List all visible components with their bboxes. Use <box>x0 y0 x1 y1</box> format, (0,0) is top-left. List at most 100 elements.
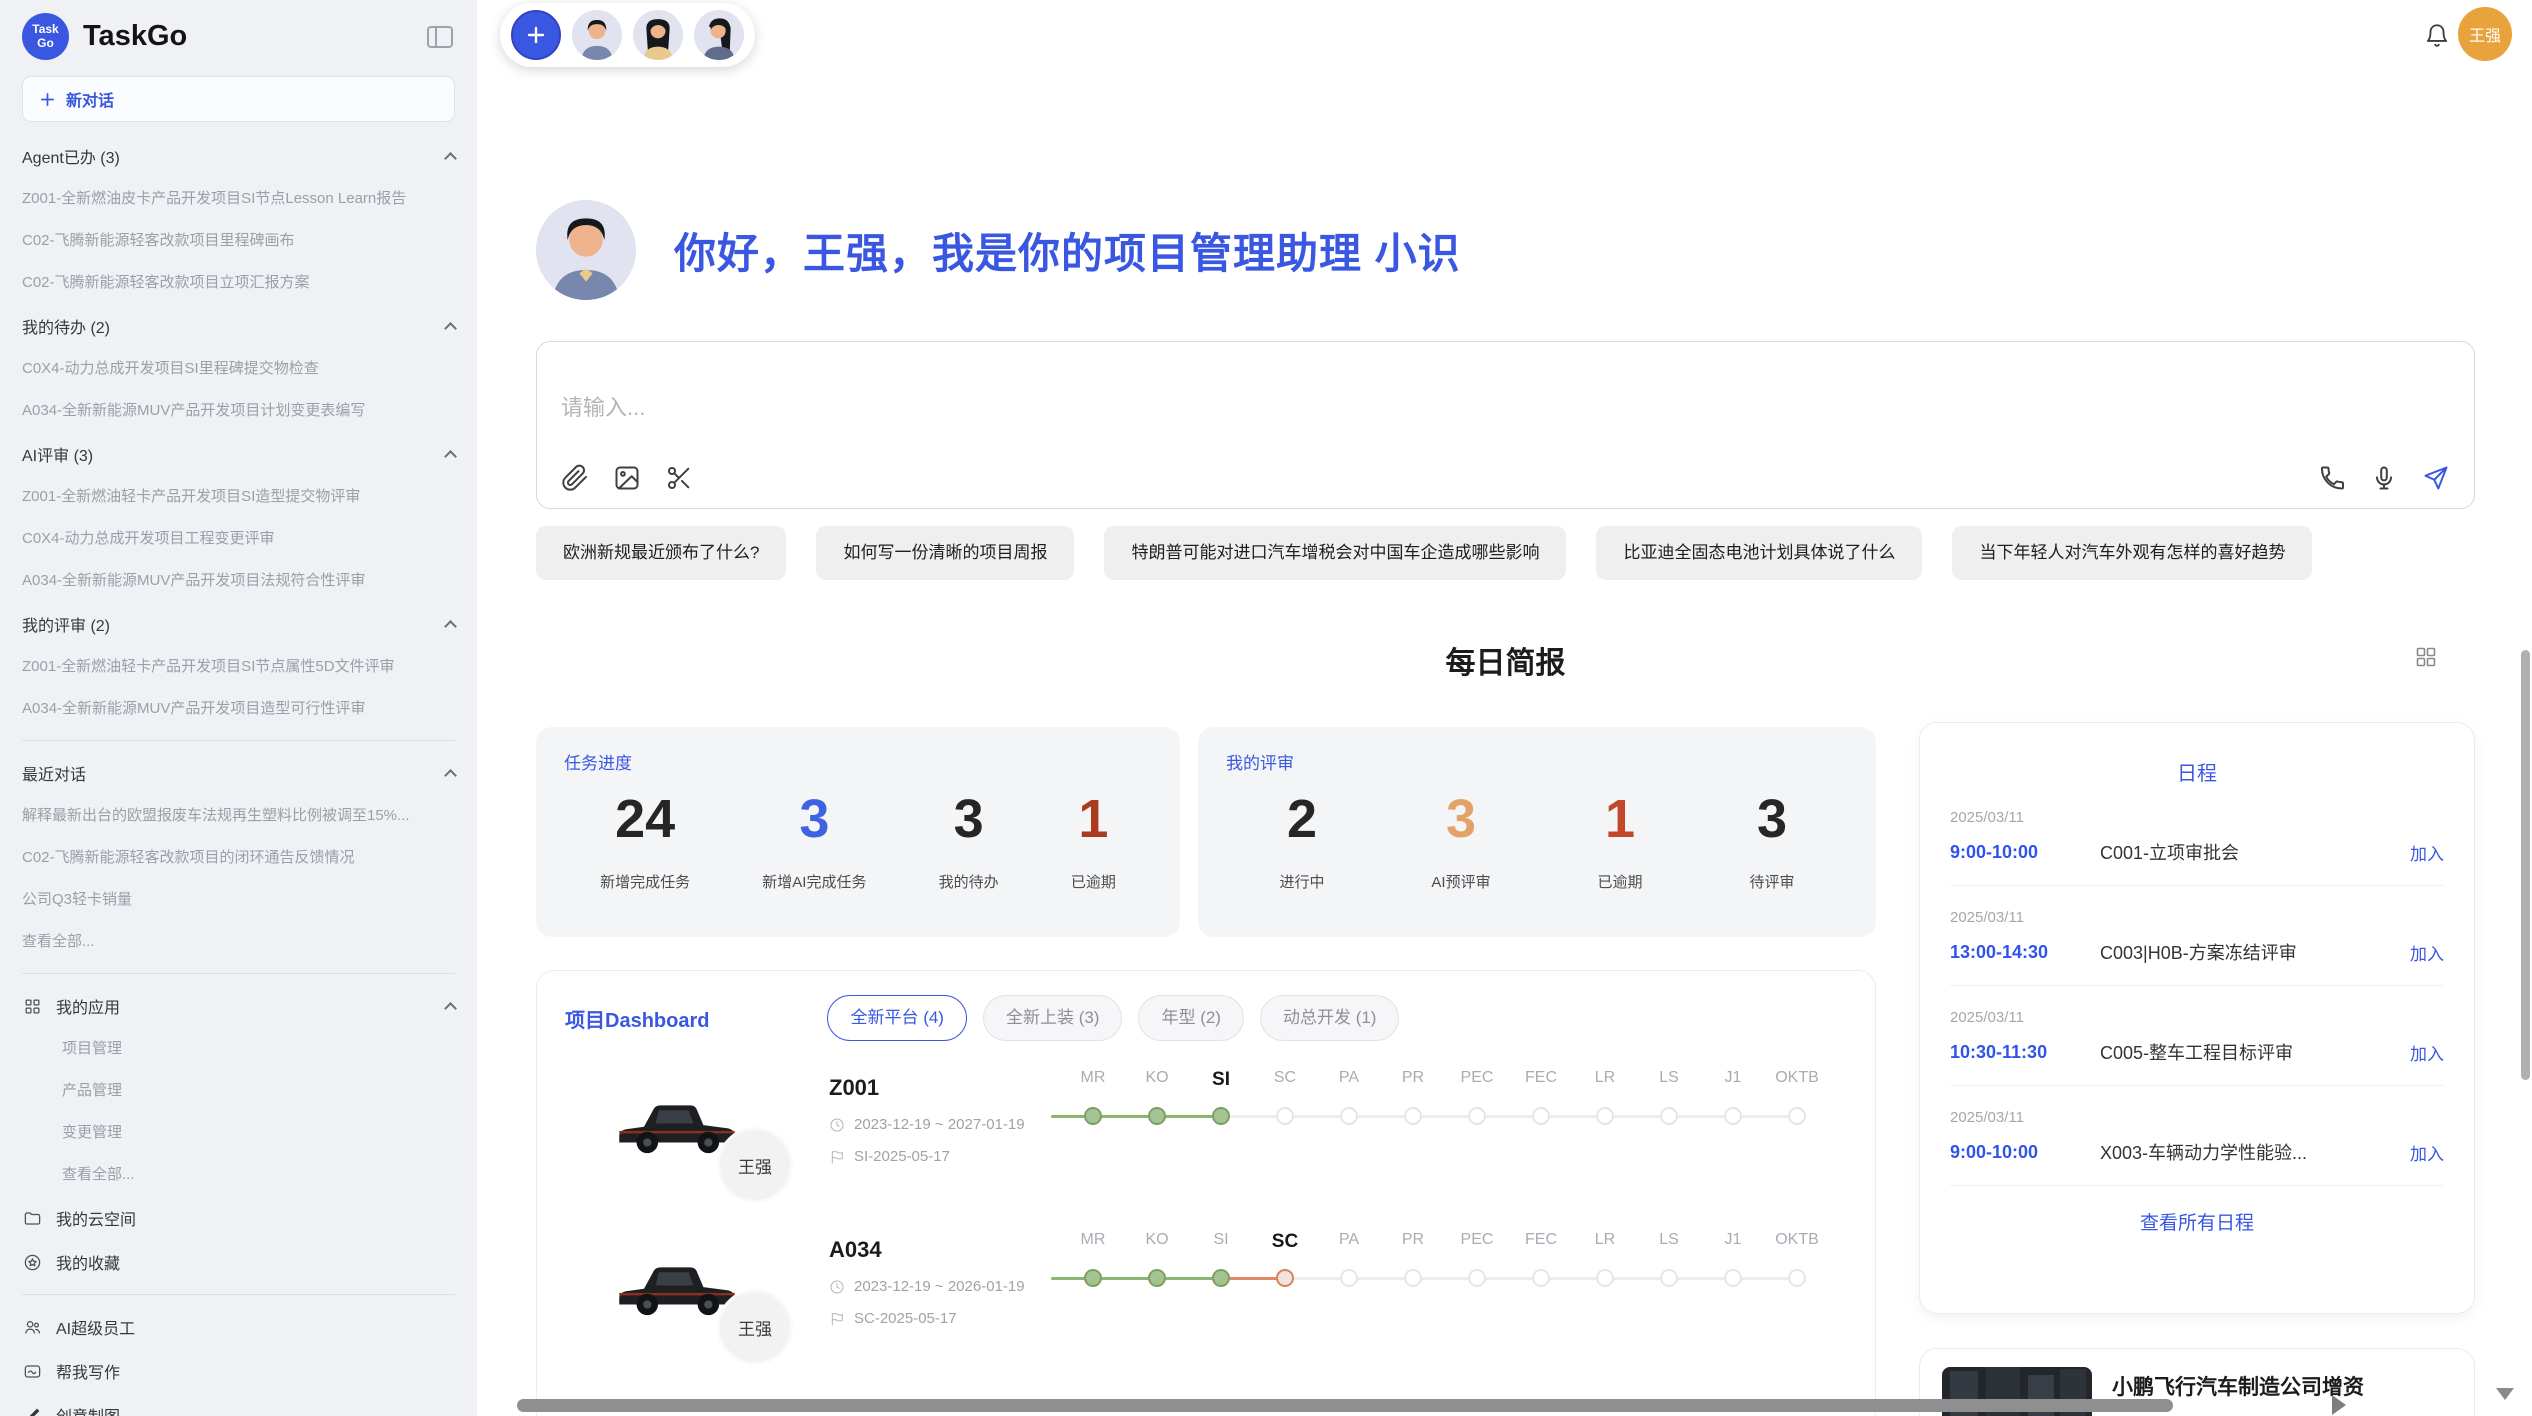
suggestion-chip[interactable]: 特朗普可能对进口汽车增税会对中国车企造成哪些影响 <box>1104 526 1566 580</box>
sidebar: Task Go TaskGo 新对话 Agent已办 (3) Z001-全新燃油… <box>0 0 477 1416</box>
image-icon[interactable] <box>613 464 641 492</box>
sidebar-item-creative-draw[interactable]: 创意制图 <box>0 1393 477 1416</box>
sidebar-item[interactable]: C0X4-动力总成开发项目工程变更评审 <box>22 518 455 560</box>
project-owner-badge: 王强 <box>717 1289 793 1365</box>
event-time: 10:30-11:30 <box>1950 1042 2100 1063</box>
sidebar-item-product-mgmt[interactable]: 产品管理 <box>0 1070 477 1112</box>
join-link[interactable]: 加入 <box>2410 1140 2444 1165</box>
milestone-label: MR <box>1061 1069 1125 1091</box>
scroll-right-arrow[interactable] <box>2332 1395 2346 1415</box>
sidebar-item[interactable]: 解释最新出台的欧盟报废车法规再生塑料比例被调至15%... <box>22 795 455 837</box>
sidebar-item[interactable]: C02-飞腾新能源轻客改款项目里程碑画布 <box>22 220 455 262</box>
join-link[interactable]: 加入 <box>2410 1040 2444 1065</box>
ai-staff-label: AI超级员工 <box>56 1315 135 1339</box>
tab-powertrain[interactable]: 动总开发 (1) <box>1260 995 1400 1041</box>
chevron-up-icon[interactable] <box>444 152 457 165</box>
agent-avatar-3[interactable] <box>694 10 744 60</box>
sidebar-item-favorites[interactable]: 我的收藏 <box>0 1240 477 1284</box>
add-agent-button[interactable] <box>511 10 561 60</box>
sidebar-item-change-mgmt[interactable]: 变更管理 <box>0 1112 477 1154</box>
sidebar-item[interactable]: A034-全新新能源MUV产品开发项目造型可行性评审 <box>22 688 455 730</box>
stat-value: 1 <box>1071 790 1116 849</box>
sidebar-item[interactable]: Z001-全新燃油轻卡产品开发项目SI节点属性5D文件评审 <box>22 646 455 688</box>
scroll-down-arrow[interactable] <box>2496 1388 2514 1400</box>
assistant-avatar <box>536 200 636 300</box>
sidebar-item[interactable]: C02-飞腾新能源轻客改款项目的闭环通告反馈情况 <box>22 837 455 879</box>
microphone-icon[interactable] <box>2370 464 2398 492</box>
project-dates: 2023-12-19 ~ 2026-01-19 <box>829 1278 1025 1295</box>
group-my-todo: 我的待办 (2) C0X4-动力总成开发项目SI里程碑提交物检查 A034-全新… <box>0 304 477 432</box>
view-all-apps[interactable]: 查看全部... <box>0 1154 477 1196</box>
stat: 3 我的待办 <box>939 790 999 892</box>
send-icon[interactable] <box>2422 464 2450 492</box>
chevron-up-icon[interactable] <box>444 769 457 782</box>
project-owner-badge: 王强 <box>717 1127 793 1203</box>
project-row-a034[interactable]: 王强 A034 2023-12-19 ~ 2026-01-19 SC-2025-… <box>537 1229 1875 1384</box>
sidebar-item[interactable]: A034-全新新能源MUV产品开发项目法规符合性评审 <box>22 560 455 602</box>
tab-year-model[interactable]: 年型 (2) <box>1138 995 1244 1041</box>
milestone-label-current: SC <box>1253 1231 1317 1253</box>
stat-label: AI预评审 <box>1431 871 1490 892</box>
sidebar-item[interactable]: 公司Q3轻卡销量 <box>22 879 455 921</box>
app-logo: Task Go <box>22 13 69 60</box>
milestone-track <box>1061 1259 1829 1301</box>
sidebar-item[interactable]: C0X4-动力总成开发项目SI里程碑提交物检查 <box>22 348 455 390</box>
milestone-label: MR <box>1061 1231 1125 1253</box>
flag-milestone: SI-2025-05-17 <box>854 1148 950 1165</box>
phone-icon[interactable] <box>2318 464 2346 492</box>
join-link[interactable]: 加入 <box>2410 840 2444 865</box>
folder-icon <box>22 1208 42 1228</box>
event-date: 2025/03/11 <box>1950 909 2444 926</box>
view-all-chats[interactable]: 查看全部... <box>22 921 455 963</box>
event-time: 13:00-14:30 <box>1950 942 2100 963</box>
group-title: 最近对话 <box>22 751 455 795</box>
favorites-label: 我的收藏 <box>56 1250 120 1274</box>
briefing-layout-icon[interactable] <box>2414 645 2438 669</box>
sidebar-item-help-write[interactable]: 帮我写作 <box>0 1349 477 1393</box>
sidebar-item-ai-staff[interactable]: AI超级员工 <box>0 1305 477 1349</box>
stat-value: 3 <box>1431 790 1490 849</box>
flag-milestone: SC-2025-05-17 <box>854 1310 957 1327</box>
agent-avatar-2[interactable] <box>633 10 683 60</box>
view-all-schedule-link[interactable]: 查看所有日程 <box>1950 1208 2444 1235</box>
sidebar-item-cloud-space[interactable]: 我的云空间 <box>0 1196 477 1240</box>
sidebar-collapse-icon[interactable] <box>427 26 453 48</box>
chevron-up-icon[interactable] <box>444 322 457 335</box>
sidebar-item[interactable]: Z001-全新燃油轻卡产品开发项目SI造型提交物评审 <box>22 476 455 518</box>
card-title: 我的评审 <box>1226 749 1848 774</box>
chevron-up-icon[interactable] <box>444 1002 457 1015</box>
plus-icon <box>39 91 56 108</box>
sidebar-item[interactable]: A034-全新新能源MUV产品开发项目计划变更表编写 <box>22 390 455 432</box>
group-title: 我的待办 (2) <box>22 304 455 348</box>
notification-bell-icon[interactable] <box>2424 22 2450 48</box>
suggestion-chip[interactable]: 比亚迪全固态电池计划具体说了什么 <box>1596 526 1922 580</box>
new-chat-button[interactable]: 新对话 <box>22 76 455 122</box>
suggestion-chip[interactable]: 如何写一份清晰的项目周报 <box>816 526 1074 580</box>
sidebar-item-my-apps[interactable]: 我的应用 <box>0 984 477 1028</box>
chevron-up-icon[interactable] <box>444 620 457 633</box>
attachment-icon[interactable] <box>561 464 589 492</box>
suggestion-chip[interactable]: 欧洲新规最近颁布了什么? <box>536 526 786 580</box>
stat-value: 3 <box>762 790 866 849</box>
event-date: 2025/03/11 <box>1950 809 2444 826</box>
vertical-scrollbar-thumb[interactable] <box>2521 650 2530 1080</box>
user-avatar[interactable]: 王强 <box>2458 7 2512 61</box>
join-link[interactable]: 加入 <box>2410 940 2444 965</box>
scissors-icon[interactable] <box>665 464 693 492</box>
sidebar-item-project-mgmt[interactable]: 项目管理 <box>0 1028 477 1070</box>
chat-input[interactable] <box>561 390 1761 446</box>
event-name: X003-车辆动力学性能验... <box>2100 1139 2410 1165</box>
sidebar-item[interactable]: C02-飞腾新能源轻客改款项目立项汇报方案 <box>22 262 455 304</box>
chevron-up-icon[interactable] <box>444 450 457 463</box>
tab-new-body[interactable]: 全新上装 (3) <box>983 995 1123 1041</box>
suggestion-chip[interactable]: 当下年轻人对汽车外观有怎样的喜好趋势 <box>1952 526 2312 580</box>
agent-avatar-1[interactable] <box>572 10 622 60</box>
divider <box>22 973 455 974</box>
sidebar-item[interactable]: Z001-全新燃油皮卡产品开发项目SI节点Lesson Learn报告 <box>22 178 455 220</box>
project-row-z001[interactable]: 王强 Z001 2023-12-19 ~ 2027-01-19 SI-2025-… <box>537 1067 1875 1222</box>
owner-name: 王强 <box>738 1153 772 1178</box>
sidebar-header: Task Go TaskGo <box>0 0 477 68</box>
stat-label: 新增AI完成任务 <box>762 871 866 892</box>
tab-new-platform[interactable]: 全新平台 (4) <box>827 995 967 1041</box>
horizontal-scrollbar-thumb[interactable] <box>517 1399 2173 1412</box>
